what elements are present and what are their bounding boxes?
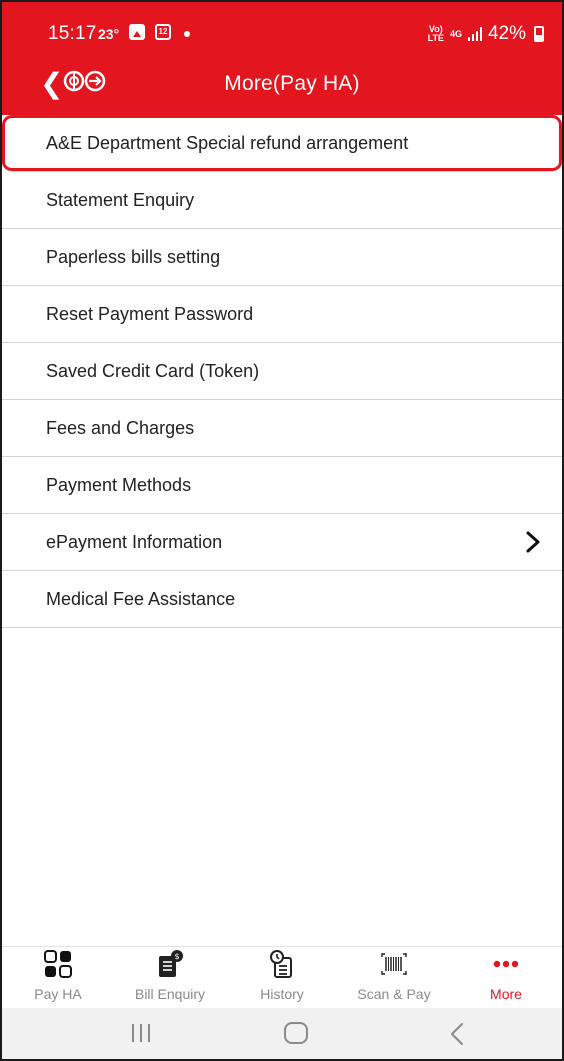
- tab-label: Scan & Pay: [357, 986, 431, 1002]
- volte-icon: Vo) LTE: [428, 25, 444, 43]
- tab-scan-pay[interactable]: Scan & Pay: [338, 947, 450, 1008]
- notification-dot-icon: [184, 31, 190, 37]
- recents-button[interactable]: [132, 1024, 150, 1042]
- status-time: 15:17: [48, 23, 97, 44]
- history-icon: [270, 950, 292, 978]
- bottom-tab-bar: Pay HA $ Bill Enquiry History Scan & Pay…: [2, 946, 562, 1008]
- menu-item-saved-card[interactable]: Saved Credit Card (Token): [2, 343, 562, 400]
- nav-bar: ❮ More(Pay HA): [2, 62, 562, 115]
- signal-icon: [467, 27, 482, 41]
- system-nav-bar: [2, 1008, 562, 1059]
- home-button[interactable]: [284, 1022, 308, 1044]
- volte-bottom: LTE: [427, 33, 444, 43]
- menu-item-ae-refund[interactable]: A&E Department Special refund arrangemen…: [2, 115, 562, 172]
- system-back-button[interactable]: [450, 1020, 464, 1048]
- app-header: 15:17 23° 12 Vo) LTE 4G 42% ❮ More(Pay H…: [2, 2, 562, 115]
- chevron-right-icon: [526, 531, 540, 553]
- recents-icon: [132, 1024, 134, 1042]
- menu-item-label: A&E Department Special refund arrangemen…: [46, 132, 409, 153]
- tab-history[interactable]: History: [226, 947, 338, 1008]
- menu-item-label: Saved Credit Card (Token): [46, 360, 260, 381]
- tab-label: Pay HA: [34, 986, 82, 1002]
- menu-item-label: Fees and Charges: [46, 417, 195, 438]
- tab-label: Bill Enquiry: [134, 986, 206, 1002]
- battery-percent: 42%: [487, 23, 526, 44]
- page-title: More(Pay HA): [224, 72, 360, 95]
- menu-item-label: Medical Fee Assistance: [46, 588, 236, 609]
- menu-item-epayment-info[interactable]: ePayment Information: [2, 514, 562, 571]
- network-type: 4G: [449, 28, 462, 39]
- menu-item-label: ePayment Information: [46, 531, 223, 552]
- menu-list: A&E Department Special refund arrangemen…: [2, 115, 562, 628]
- svg-text:$: $: [174, 952, 179, 961]
- status-bar: 15:17 23° 12 Vo) LTE 4G 42%: [2, 2, 562, 62]
- menu-item-reset-password[interactable]: Reset Payment Password: [2, 286, 562, 343]
- phone-screen: 15:17 23° 12 Vo) LTE 4G 42% ❮ More(Pay H…: [0, 0, 564, 1061]
- status-temperature: 23°: [98, 26, 120, 42]
- menu-item-label: Paperless bills setting: [46, 246, 221, 267]
- calendar-day: 12: [158, 27, 168, 36]
- menu-item-medical-fee-assistance[interactable]: Medical Fee Assistance: [2, 571, 562, 628]
- tab-more[interactable]: More: [450, 947, 562, 1008]
- menu-item-label: Statement Enquiry: [46, 189, 195, 210]
- tab-bill-enquiry[interactable]: $ Bill Enquiry: [114, 947, 226, 1008]
- barcode-scan-icon: [381, 953, 407, 975]
- menu-item-statement-enquiry[interactable]: Statement Enquiry: [2, 172, 562, 229]
- bill-enquiry-icon: $: [159, 950, 183, 977]
- menu-item-fees-charges[interactable]: Fees and Charges: [2, 400, 562, 457]
- grid-icon: [44, 950, 72, 978]
- more-dots-icon: [493, 960, 519, 968]
- tab-pay-ha[interactable]: Pay HA: [2, 947, 114, 1008]
- battery-icon: [534, 26, 544, 42]
- tab-label: History: [260, 986, 304, 1002]
- gallery-icon: [129, 24, 145, 40]
- menu-item-paperless-bills[interactable]: Paperless bills setting: [2, 229, 562, 286]
- menu-item-payment-methods[interactable]: Payment Methods: [2, 457, 562, 514]
- menu-item-label: Reset Payment Password: [46, 303, 254, 324]
- calendar-icon: 12: [155, 24, 171, 40]
- menu-item-label: Payment Methods: [46, 474, 192, 495]
- tab-label: More: [490, 986, 522, 1002]
- status-right-group: Vo) LTE 4G 42%: [428, 23, 544, 45]
